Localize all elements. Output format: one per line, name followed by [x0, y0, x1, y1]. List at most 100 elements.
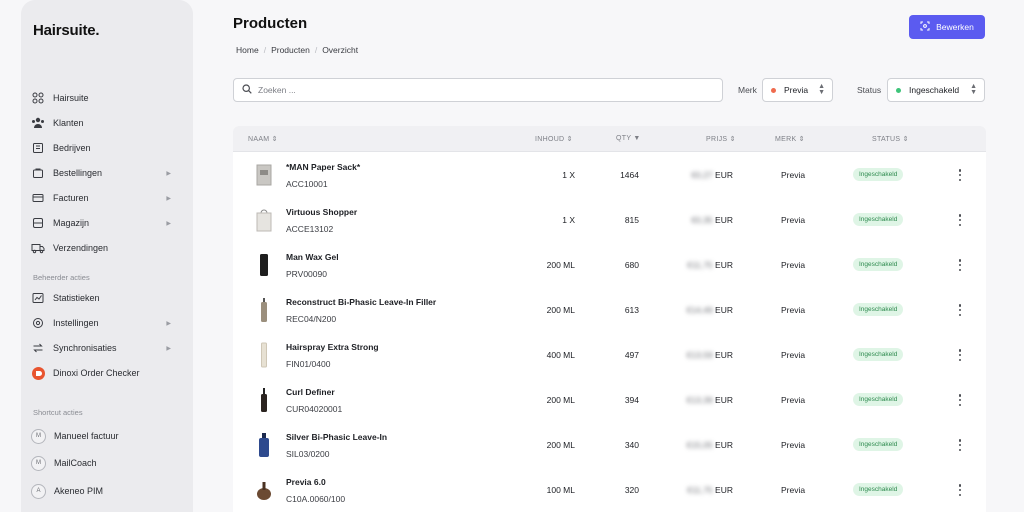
row-menu-icon[interactable] — [956, 167, 964, 183]
table-row[interactable]: Curl Definer CUR04020001 200 ML 394 €13,… — [233, 378, 986, 423]
sidebar-item-instellingen[interactable]: Instellingen ▶ — [31, 313, 183, 333]
brand-select-value: Previa — [784, 85, 809, 95]
product-name[interactable]: Reconstruct Bi-Phasic Leave-In Filler — [286, 297, 436, 307]
warehouse-icon — [31, 216, 45, 230]
product-price: €11,75 EUR — [687, 485, 733, 495]
product-name[interactable]: *MAN Paper Sack* — [286, 162, 360, 172]
invoice-icon — [31, 191, 45, 205]
product-content: 200 ML — [546, 395, 575, 405]
brand-select[interactable]: Previa ▲ ▼ — [762, 78, 833, 102]
product-brand: Previa — [781, 260, 806, 270]
sidebar-item-hairsuite[interactable]: Hairsuite — [31, 88, 183, 108]
table-row[interactable]: Virtuous Shopper ACCE13102 1 X 815 €0,35… — [233, 198, 986, 243]
grid-icon — [31, 91, 45, 105]
row-menu-icon[interactable] — [956, 257, 964, 273]
product-sku: PRV00090 — [286, 269, 327, 279]
product-name[interactable]: Virtuous Shopper — [286, 207, 357, 217]
product-qty: 680 — [624, 260, 639, 270]
sidebar-item-synchronisaties[interactable]: Synchronisaties ▶ — [31, 338, 183, 358]
breadcrumb-overzicht: Overzicht — [322, 45, 359, 55]
product-sku: ACCE13102 — [286, 224, 334, 234]
breadcrumb-home[interactable]: Home — [236, 45, 259, 55]
product-name[interactable]: Silver Bi-Phasic Leave-In — [286, 432, 387, 442]
column-header-qty[interactable]: QTY ▼ — [616, 135, 641, 142]
column-header-naam[interactable]: NAAM ⇕ — [248, 135, 278, 143]
product-name[interactable]: Hairspray Extra Strong — [286, 342, 379, 352]
product-price: €11,75 EUR — [687, 260, 733, 270]
table-row[interactable]: Reconstruct Bi-Phasic Leave-In Filler RE… — [233, 288, 986, 333]
brand-filter-label: Merk — [738, 85, 757, 95]
row-menu-icon[interactable] — [956, 212, 964, 228]
table-row[interactable]: Man Wax Gel PRV00090 200 ML 680 €11,75 E… — [233, 243, 986, 288]
product-content: 200 ML — [546, 440, 575, 450]
building-icon — [31, 141, 45, 155]
column-header-status[interactable]: STATUS ⇕ — [872, 135, 909, 143]
product-sku: REC04/N200 — [286, 314, 337, 324]
sidebar-item-facturen[interactable]: Facturen ▶ — [31, 188, 183, 208]
sidebar-item-statistieken[interactable]: Statistieken — [31, 288, 183, 308]
row-menu-icon[interactable] — [956, 302, 964, 318]
row-menu-icon[interactable] — [956, 437, 964, 453]
row-menu-icon[interactable] — [956, 347, 964, 363]
product-price: €14,49 EUR — [686, 305, 733, 315]
product-thumbnail — [253, 342, 275, 368]
sidebar-item-label: Bedrijven — [53, 143, 91, 153]
column-header-inhoud[interactable]: INHOUD ⇕ — [535, 135, 573, 143]
sidebar-item-label: Hairsuite — [53, 93, 89, 103]
sidebar-item-magazijn[interactable]: Magazijn ▶ — [31, 213, 183, 233]
breadcrumb-producten[interactable]: Producten — [271, 45, 310, 55]
product-qty: 815 — [624, 215, 639, 225]
product-name[interactable]: Man Wax Gel — [286, 252, 339, 262]
breadcrumb: Home / Producten / Overzicht — [236, 45, 358, 55]
product-name[interactable]: Previa 6.0 — [286, 477, 326, 487]
app-logo[interactable]: Hairsuite. — [33, 22, 100, 39]
shortcut-akeneo-pim[interactable]: A Akeneo PIM — [31, 481, 103, 501]
truck-icon — [31, 241, 45, 255]
sync-icon — [31, 341, 45, 355]
product-price: €0,35 EUR — [691, 215, 733, 225]
sidebar-item-bestellingen[interactable]: Bestellingen ▶ — [31, 163, 183, 183]
users-icon — [31, 116, 45, 130]
table-row[interactable]: Previa 6.0 C10A.0060/100 100 ML 320 €11,… — [233, 468, 986, 512]
product-brand: Previa — [781, 485, 806, 495]
chevron-right-icon: ▶ — [166, 345, 171, 352]
product-thumbnail — [253, 163, 275, 187]
row-menu-icon[interactable] — [956, 482, 964, 498]
row-menu-icon[interactable] — [956, 392, 964, 408]
product-thumbnail — [253, 478, 275, 502]
table-row[interactable]: Silver Bi-Phasic Leave-In SIL03/0200 200… — [233, 423, 986, 468]
status-badge: Ingeschakeld — [853, 483, 904, 496]
status-badge: Ingeschakeld — [853, 438, 904, 451]
product-name[interactable]: Curl Definer — [286, 387, 335, 397]
shortcut-manueel-factuur[interactable]: M Manueel factuur — [31, 426, 119, 446]
table-row[interactable]: Hairspray Extra Strong FIN01/0400 400 ML… — [233, 333, 986, 378]
sidebar-item-label: Verzendingen — [53, 243, 109, 253]
shortcut-label: Akeneo PIM — [54, 486, 104, 496]
status-filter-label: Status — [857, 85, 882, 95]
search-input[interactable] — [258, 85, 658, 95]
status-select[interactable]: Ingeschakeld ▲ ▼ — [887, 78, 985, 102]
chevron-right-icon: ▶ — [166, 220, 171, 227]
sort-desc-icon: ▼ — [633, 135, 641, 142]
brand-dot — [771, 87, 776, 93]
product-sku: SIL03/0200 — [286, 449, 330, 459]
breadcrumb-separator: / — [263, 45, 267, 55]
edit-button[interactable]: Bewerken — [909, 15, 985, 39]
shortcut-label: MailCoach — [54, 458, 97, 468]
shortcut-mailcoach[interactable]: M MailCoach — [31, 453, 97, 473]
product-price: €15,05 EUR — [686, 440, 733, 450]
product-price: €0,27 EUR — [691, 170, 733, 180]
sidebar-item-dinoxi[interactable]: Dinoxi Order Checker — [31, 363, 183, 383]
product-thumbnail — [253, 298, 275, 322]
product-brand: Previa — [781, 350, 806, 360]
shortcut-badge: M — [31, 428, 46, 444]
table-row[interactable]: *MAN Paper Sack* ACC10001 1 X 1464 €0,27… — [233, 153, 986, 198]
column-header-merk[interactable]: MERK ⇕ — [775, 135, 805, 143]
sidebar-item-verzendingen[interactable]: Verzendingen — [31, 238, 183, 258]
product-qty: 320 — [624, 485, 639, 495]
sidebar-item-klanten[interactable]: Klanten — [31, 113, 183, 133]
product-content: 100 ML — [546, 485, 575, 495]
column-header-prijs[interactable]: PRIJS ⇕ — [706, 135, 736, 143]
sidebar-item-bedrijven[interactable]: Bedrijven — [31, 138, 183, 158]
status-badge: Ingeschakeld — [853, 168, 904, 181]
